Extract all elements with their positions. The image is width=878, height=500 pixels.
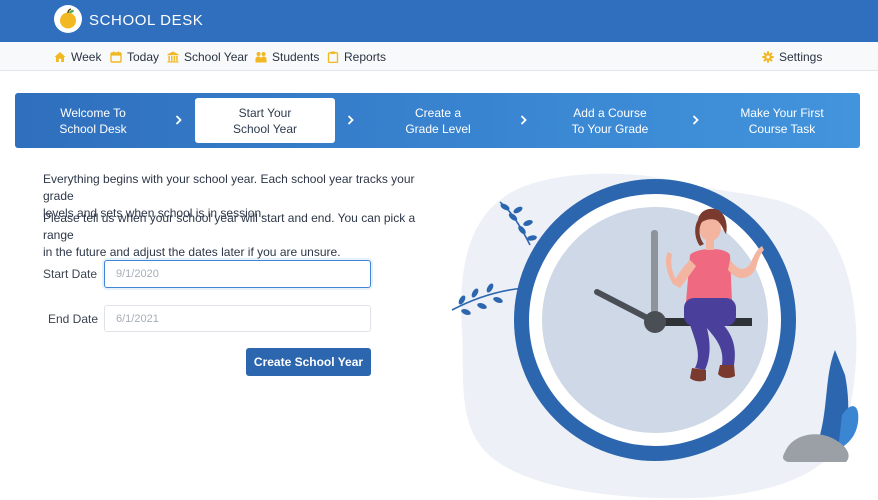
- nav-item-today-label: Today: [127, 50, 160, 64]
- nav-item-school-year[interactable]: School Year: [167, 49, 248, 65]
- nav-item-reports-label: Reports: [344, 50, 387, 64]
- start-date-label: Start Date: [43, 267, 98, 281]
- chevron-right-icon: [175, 115, 182, 125]
- create-school-year-button[interactable]: Create School Year: [246, 348, 371, 376]
- nav-item-settings-label: Settings: [779, 50, 823, 64]
- start-date-field[interactable]: [104, 260, 371, 288]
- nav-item-school-year-label: School Year: [184, 50, 249, 64]
- nav-item-settings[interactable]: Settings: [762, 49, 822, 65]
- end-date-field[interactable]: [104, 305, 371, 332]
- end-date-label: End Date: [48, 312, 99, 326]
- step-first-course-task[interactable]: Make Your First Course Task: [712, 98, 852, 143]
- app-brand[interactable]: SCHOOL DESK: [89, 12, 203, 29]
- step-welcome[interactable]: Welcome To School Desk: [23, 98, 163, 143]
- nav-item-today[interactable]: Today: [110, 49, 159, 65]
- school-icon: [167, 51, 179, 63]
- chevron-right-icon: [692, 115, 699, 125]
- calendar-icon: [110, 51, 122, 63]
- setup-stepper: Welcome To School Desk Start Your School…: [15, 93, 860, 148]
- step-start-school-year-label: Start Your School Year: [232, 105, 298, 136]
- step-first-course-task-label: Make Your First Course Task: [740, 105, 824, 136]
- nav-item-reports[interactable]: Reports: [327, 49, 386, 65]
- main-nav: Week Today School Year Students Reports …: [0, 42, 878, 71]
- intro-line: in the future and adjust the dates later…: [43, 245, 341, 259]
- intro-paragraph-2: Please tell us when your school year wil…: [43, 210, 443, 261]
- gear-icon: [762, 51, 774, 63]
- intro-line: Please tell us when your school year wil…: [43, 211, 416, 242]
- nav-item-week-label: Week: [71, 50, 102, 64]
- step-create-grade-level-label: Create a Grade Level: [405, 105, 471, 136]
- step-welcome-label: Welcome To School Desk: [59, 105, 127, 136]
- chevron-right-icon: [520, 115, 527, 125]
- apple-logo-icon[interactable]: [54, 5, 82, 33]
- intro-line: Everything begins with your school year.…: [43, 172, 415, 203]
- nav-item-week[interactable]: Week: [54, 49, 101, 65]
- step-add-course[interactable]: Add a Course To Your Grade: [540, 98, 680, 143]
- nav-item-students-label: Students: [272, 50, 320, 64]
- step-add-course-label: Add a Course To Your Grade: [571, 105, 649, 136]
- students-icon: [255, 52, 267, 63]
- step-create-grade-level[interactable]: Create a Grade Level: [368, 98, 508, 143]
- step-start-school-year[interactable]: Start Your School Year: [195, 98, 335, 143]
- top-bar: SCHOOL DESK: [0, 0, 878, 42]
- clock-illustration: [440, 160, 878, 500]
- home-icon: [54, 52, 66, 62]
- nav-item-students[interactable]: Students: [255, 49, 319, 65]
- chevron-right-icon: [347, 115, 354, 125]
- clipboard-icon: [327, 51, 339, 63]
